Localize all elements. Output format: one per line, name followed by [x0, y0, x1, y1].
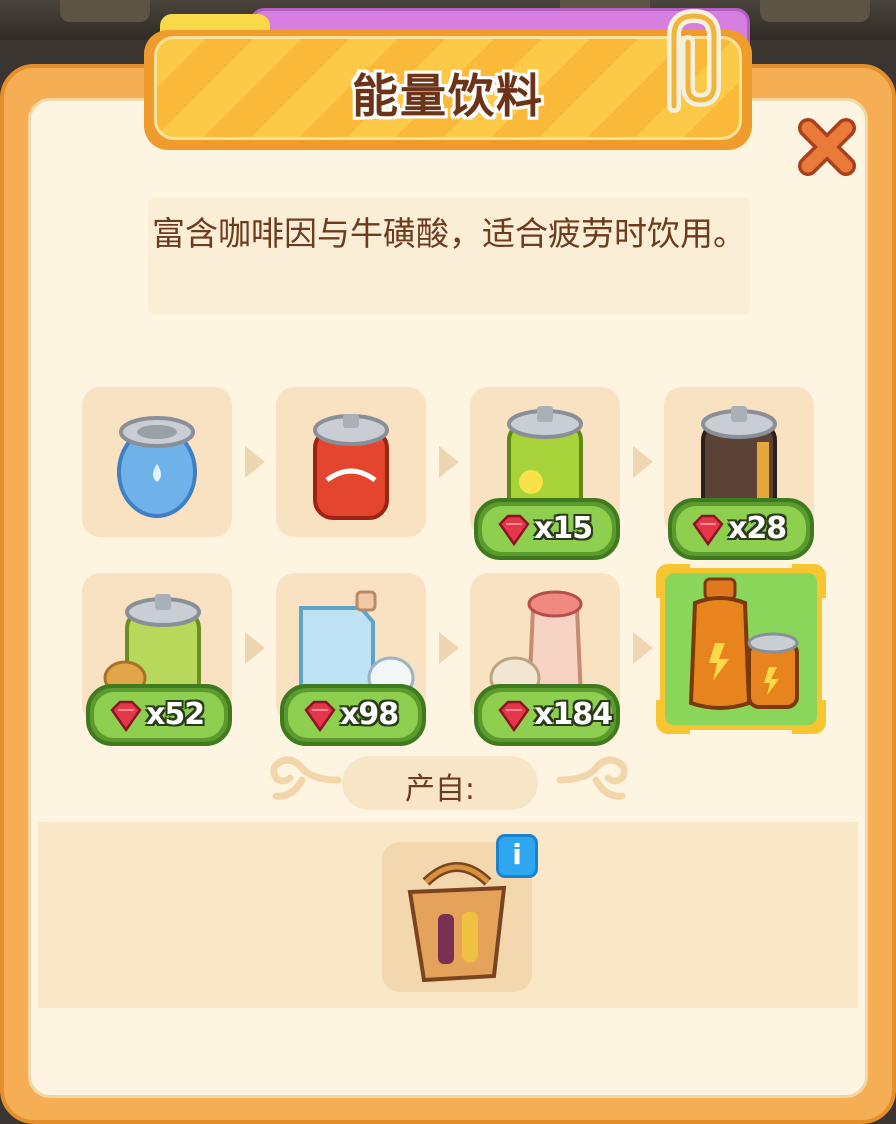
resource-pill [760, 0, 870, 22]
chain-arrow [245, 632, 265, 664]
ruby-gem-icon [498, 514, 530, 546]
decorative-swirl-right [556, 756, 628, 800]
dialog-title: 能量饮料 [352, 69, 544, 123]
cost-count: x52 [146, 697, 205, 732]
chain-arrow [245, 446, 265, 478]
info-icon: i [512, 838, 522, 871]
decorative-swirl-left [270, 756, 342, 800]
ruby-gem-icon [692, 514, 724, 546]
selection-corner [656, 700, 690, 734]
selection-corner [656, 564, 690, 598]
source-label: 产自: [404, 772, 476, 807]
ruby-gem-icon [304, 700, 336, 732]
chain-arrow [633, 632, 653, 664]
resource-pill [60, 0, 150, 22]
cost-count: x184 [534, 697, 613, 732]
chain-arrow [633, 446, 653, 478]
close-x-icon [798, 118, 856, 176]
item-description: 富含咖啡因与牛磺酸，适合疲劳时饮用。 [152, 214, 746, 253]
close-button[interactable] [796, 116, 858, 178]
ruby-gem-icon [498, 700, 530, 732]
cost-badge: x52 [86, 684, 232, 746]
cost-badge: x98 [280, 684, 426, 746]
cost-count: x98 [340, 697, 399, 732]
info-button[interactable]: i [496, 834, 538, 878]
cola-can-icon [313, 414, 389, 520]
cost-count: x15 [534, 511, 593, 546]
cost-count: x28 [728, 511, 787, 546]
chain-item-energy-drink[interactable] [656, 564, 826, 734]
chain-arrow [439, 632, 459, 664]
chain-item-water-can[interactable] [82, 387, 232, 537]
chain-item-cola-can[interactable] [276, 387, 426, 537]
paperclip-icon [667, 8, 721, 113]
water-can-icon [117, 416, 197, 518]
chain-arrow [439, 446, 459, 478]
ruby-gem-icon [110, 700, 142, 732]
cost-badge: x15 [474, 498, 620, 560]
selection-corner [792, 564, 826, 598]
cost-badge: x184 [474, 684, 620, 746]
selection-corner [792, 700, 826, 734]
cost-badge: x28 [668, 498, 814, 560]
